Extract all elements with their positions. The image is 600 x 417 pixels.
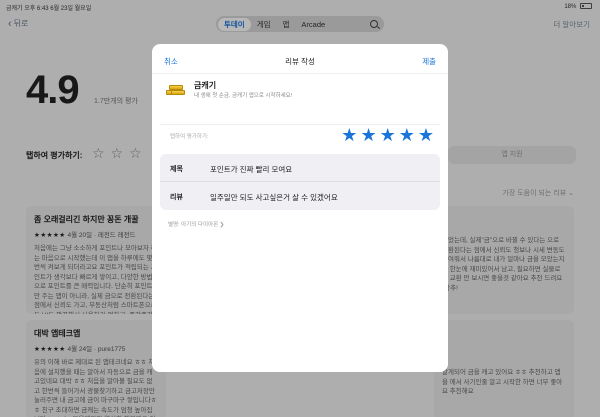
title-field[interactable]: 제목 포인트가 진짜 빨리 모여요: [160, 154, 440, 182]
app-name: 금캐기: [194, 81, 217, 90]
title-field-value[interactable]: 포인트가 진짜 빨리 모여요: [210, 164, 292, 175]
modal-header: 취소 리뷰 작성 제출: [152, 44, 448, 74]
review-form: 제목 포인트가 진짜 빨리 모여요 리뷰 일주일만 되도 사고싶은거 살 수 있…: [160, 154, 440, 210]
write-review-modal: 취소 리뷰 작성 제출 금캐기 내 생애 첫 순금, 금캐기 앱으로 시작하세요…: [152, 44, 448, 372]
star-icon[interactable]: ★: [399, 125, 415, 145]
title-field-label: 제목: [170, 166, 183, 173]
nickname-link[interactable]: 별명: 아기의 다이아몬 ❯: [168, 220, 224, 228]
review-field-value[interactable]: 일주일만 되도 사고싶은거 살 수 있겠어요: [210, 192, 338, 203]
rating-row: 탭하여 평가하기: ★ ★ ★ ★ ★: [160, 124, 440, 145]
app-subtitle: 내 생애 첫 순금, 금캐기 앱으로 시작하세요!: [194, 93, 293, 99]
gold-bars-icon: [164, 78, 186, 98]
star-icon[interactable]: ★: [360, 125, 376, 145]
star-icon[interactable]: ★: [418, 125, 434, 145]
review-field[interactable]: 리뷰 일주일만 되도 사고싶은거 살 수 있겠어요: [160, 182, 440, 210]
star-rating[interactable]: ★ ★ ★ ★ ★: [338, 125, 434, 145]
app-info: 금캐기 내 생애 첫 순금, 금캐기 앱으로 시작하세요!: [164, 76, 436, 106]
rate-label: 탭하여 평가하기:: [170, 134, 209, 140]
star-icon[interactable]: ★: [341, 125, 357, 145]
submit-button[interactable]: 제출: [422, 56, 436, 67]
modal-title: 리뷰 작성: [285, 57, 315, 66]
review-field-label: 리뷰: [170, 194, 183, 201]
star-icon[interactable]: ★: [380, 125, 396, 145]
